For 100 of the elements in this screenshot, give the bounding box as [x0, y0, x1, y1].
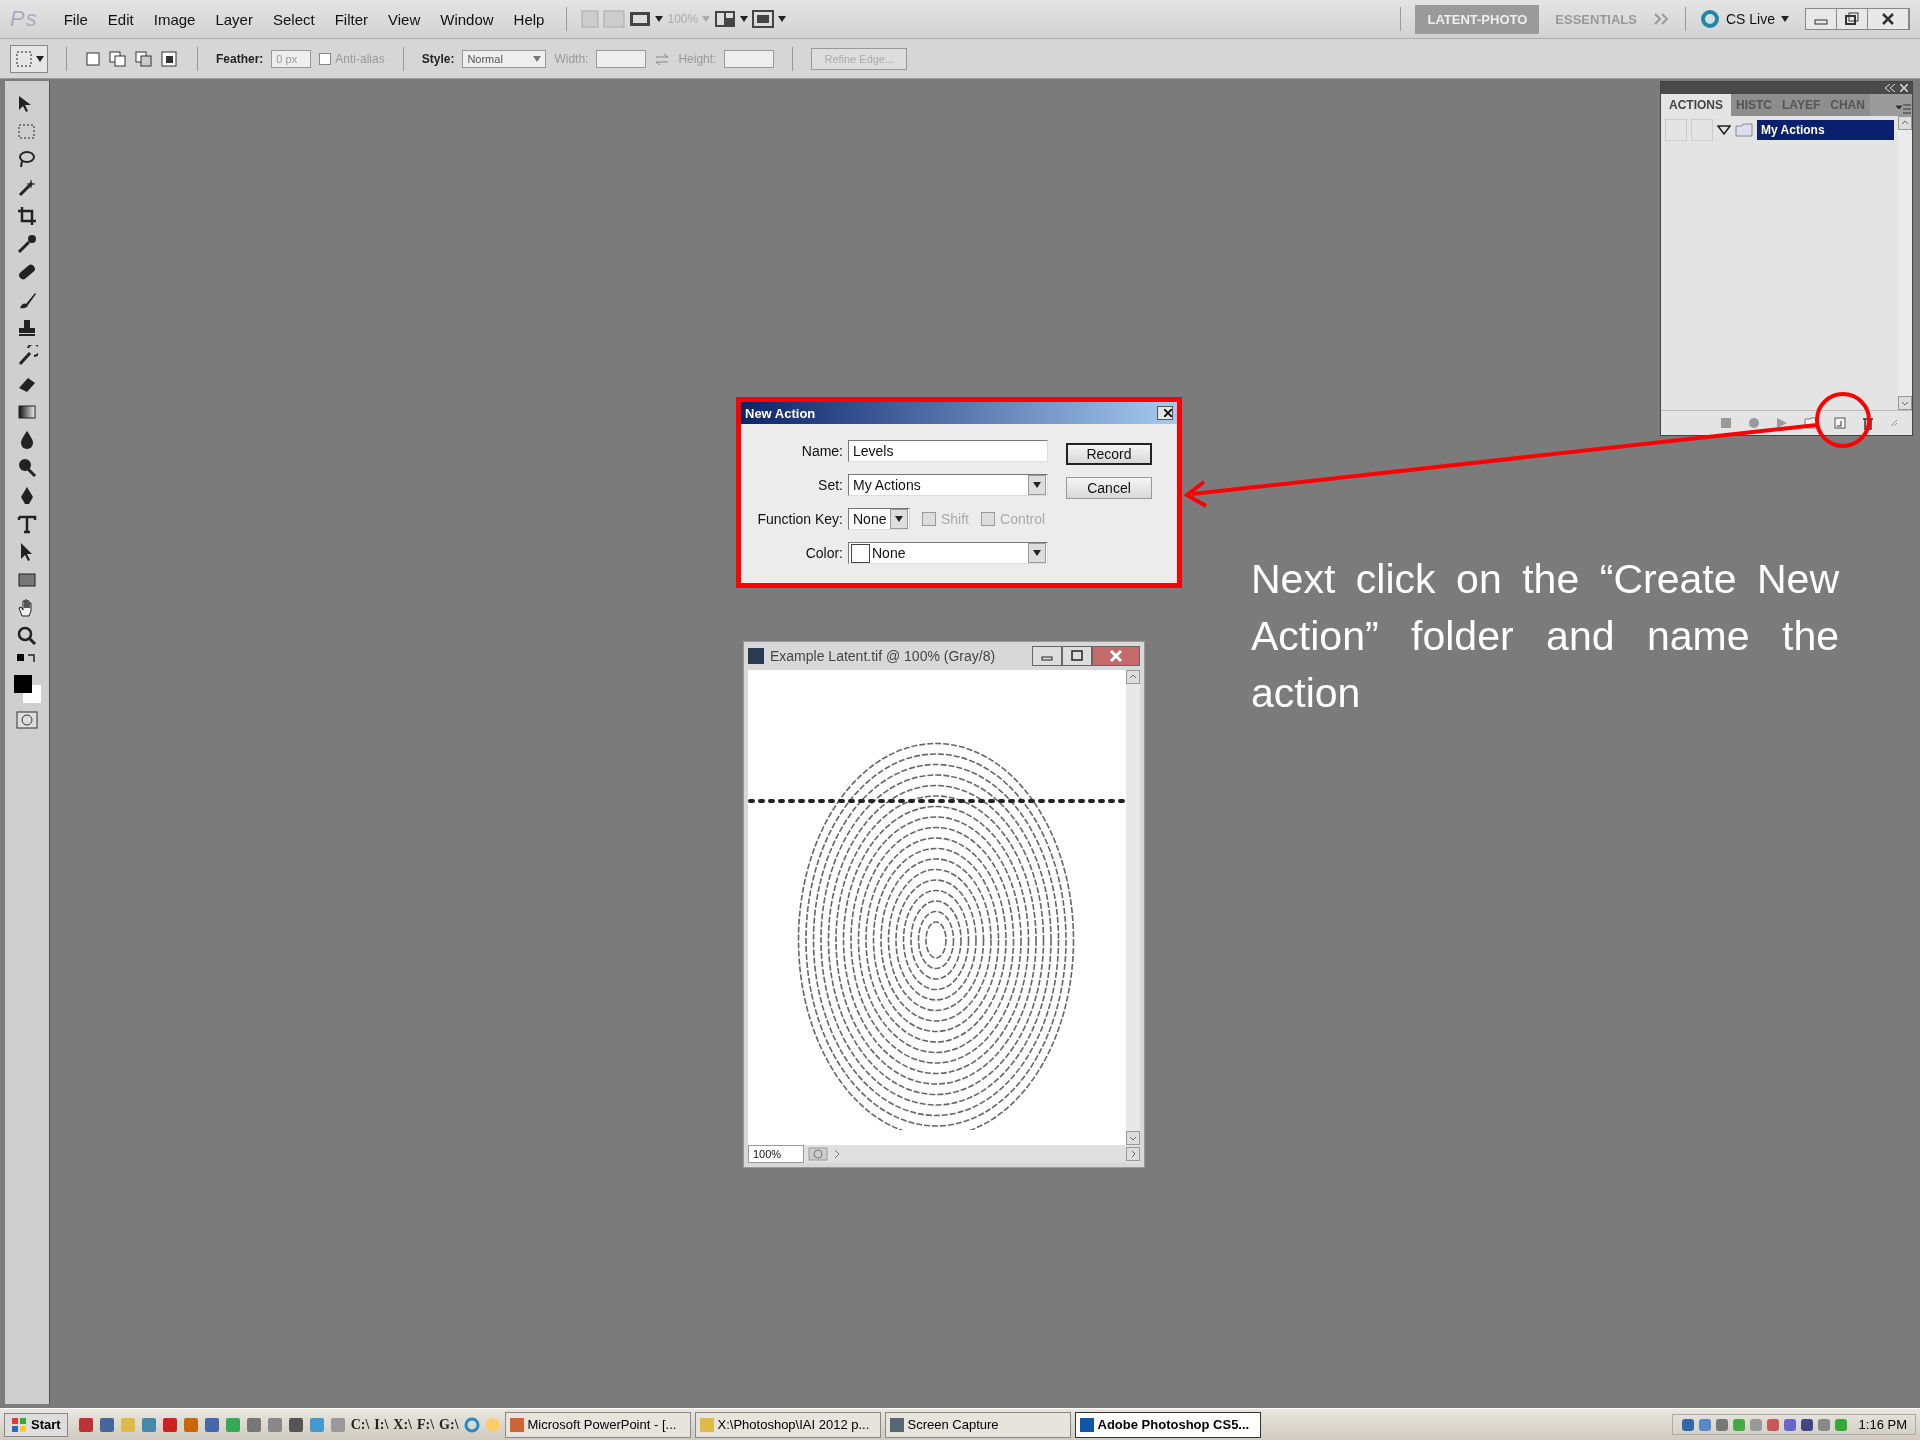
- style-label: Style:: [421, 51, 455, 66]
- tray-icon[interactable]: [1714, 1417, 1729, 1432]
- menu-item[interactable]: View: [380, 6, 429, 32]
- marquee-icon: [14, 48, 34, 69]
- scroll-up-icon[interactable]: [1898, 116, 1912, 130]
- history-brush-icon[interactable]: [16, 345, 38, 367]
- eyedropper-tool-icon[interactable]: [16, 233, 38, 255]
- close-icon[interactable]: [1092, 646, 1140, 666]
- caret-icon[interactable]: [740, 16, 749, 22]
- start-button[interactable]: Start: [4, 1412, 68, 1437]
- taskbar-button[interactable]: Screen Capture: [884, 1411, 1071, 1438]
- drive-shortcut[interactable]: I:\: [374, 1416, 389, 1433]
- app-icon[interactable]: [77, 1416, 94, 1433]
- close-button[interactable]: [1157, 406, 1173, 420]
- action-set-item[interactable]: My Actions: [1757, 120, 1894, 140]
- dialog-toggle-cell[interactable]: [1691, 119, 1713, 141]
- dialog-button[interactable]: Record: [1066, 443, 1152, 465]
- app-icon[interactable]: [308, 1416, 325, 1433]
- menu-item[interactable]: Help: [505, 6, 553, 32]
- caret-icon[interactable]: [655, 16, 664, 22]
- app-icon[interactable]: [245, 1416, 262, 1433]
- minimize-icon[interactable]: [1032, 646, 1062, 666]
- app-icon: [889, 1417, 904, 1432]
- menu-item[interactable]: Image: [145, 6, 204, 32]
- app-icon[interactable]: [287, 1416, 304, 1433]
- drive-shortcut[interactable]: X:\: [393, 1416, 412, 1433]
- triangle-down-icon: [1717, 125, 1731, 135]
- crop-tool-icon[interactable]: [16, 205, 38, 227]
- menu-item[interactable]: Window: [432, 6, 502, 32]
- tray-icon[interactable]: [1680, 1417, 1695, 1432]
- drive-shortcut[interactable]: C:\: [350, 1416, 370, 1433]
- drive-shortcut[interactable]: F:\: [416, 1416, 435, 1433]
- dropdown-button[interactable]: [890, 509, 908, 529]
- close-icon[interactable]: [1868, 9, 1909, 29]
- width-field[interactable]: [596, 49, 647, 68]
- dropdown-button[interactable]: [1028, 475, 1046, 495]
- field-label: Function Key:: [756, 511, 843, 527]
- layout-icon[interactable]: [714, 10, 737, 28]
- tray-icon[interactable]: [1799, 1417, 1814, 1432]
- stamp-tool-icon[interactable]: [16, 317, 38, 339]
- restore-icon[interactable]: [1837, 9, 1868, 29]
- tray-icon[interactable]: [1697, 1417, 1712, 1432]
- screen-mode-icon[interactable]: [752, 10, 775, 28]
- height-field[interactable]: [724, 49, 775, 68]
- expand-toggle[interactable]: [1717, 125, 1731, 135]
- trash-icon[interactable]: [1862, 416, 1874, 430]
- tray-icon[interactable]: [1782, 1417, 1797, 1432]
- caret-icon[interactable]: [778, 16, 787, 22]
- app-icon[interactable]: [140, 1416, 157, 1433]
- menu-item[interactable]: Edit: [99, 6, 142, 32]
- color-dropdown[interactable]: None: [848, 542, 1048, 564]
- subtract-selection-icon[interactable]: [135, 50, 153, 67]
- menu-item[interactable]: File: [55, 6, 96, 32]
- scroll-up-icon[interactable]: [1126, 670, 1140, 684]
- toggle-cell[interactable]: [1665, 119, 1687, 141]
- app-icon[interactable]: [266, 1416, 283, 1433]
- type-tool-icon[interactable]: [16, 513, 38, 535]
- new-selection-icon[interactable]: [85, 50, 101, 67]
- taskbar-button[interactable]: X:\Photoshop\IAI 2012 p...: [694, 1411, 881, 1438]
- scroll-down-icon[interactable]: [1126, 1131, 1140, 1145]
- menu-item[interactable]: Select: [264, 6, 323, 32]
- arrow-right-icon[interactable]: [832, 1147, 842, 1161]
- folder-icon[interactable]: [1804, 417, 1818, 429]
- intersect-selection-icon[interactable]: [161, 50, 179, 67]
- taskbar-button[interactable]: Adobe Photoshop CS5...: [1074, 1411, 1261, 1438]
- quick-mask-icon[interactable]: [16, 711, 38, 729]
- taskbar-button[interactable]: Microsoft PowerPoint - [...: [504, 1411, 691, 1438]
- zoom-field[interactable]: 100%: [748, 1145, 804, 1163]
- app-icon[interactable]: [203, 1416, 220, 1433]
- app-icon[interactable]: [182, 1416, 199, 1433]
- cs-live-menu[interactable]: CS Live: [1699, 9, 1789, 29]
- menu-item[interactable]: Layer: [207, 6, 261, 32]
- style-dropdown[interactable]: Normal: [462, 49, 547, 68]
- panel-tab[interactable]: ACTIONS: [1661, 94, 1731, 116]
- maximize-icon[interactable]: [1062, 646, 1092, 666]
- scroll-down-icon[interactable]: [1898, 396, 1912, 410]
- add-selection-icon[interactable]: [109, 50, 127, 67]
- new-page-icon[interactable]: [1834, 417, 1846, 429]
- collapse-icon[interactable]: [1884, 84, 1896, 92]
- play-icon[interactable]: [1776, 417, 1788, 429]
- zoom-tool-icon[interactable]: [16, 625, 38, 647]
- scroll-right-icon[interactable]: [1126, 1147, 1140, 1161]
- app-icon[interactable]: [161, 1416, 178, 1433]
- set-dropdown[interactable]: My Actions: [848, 474, 1048, 496]
- color-swatches[interactable]: [12, 673, 42, 705]
- info-icon[interactable]: [808, 1147, 828, 1161]
- app-icon: [699, 1417, 714, 1432]
- menu-item[interactable]: Filter: [326, 6, 376, 32]
- tool-preset-picker[interactable]: [10, 44, 48, 73]
- dialog-button[interactable]: Cancel: [1066, 477, 1152, 499]
- tray-icon[interactable]: [1765, 1417, 1780, 1432]
- panel-menu-icon[interactable]: [1894, 102, 1912, 116]
- dodge-tool-icon[interactable]: [16, 457, 38, 479]
- drive-shortcut[interactable]: G:\: [439, 1416, 459, 1433]
- app-icon[interactable]: [98, 1416, 115, 1433]
- dropdown-button[interactable]: [1028, 543, 1046, 563]
- function-key-dropdown[interactable]: None: [848, 508, 910, 530]
- browser-icon[interactable]: [463, 1416, 480, 1433]
- resize-grip-icon[interactable]: [1890, 419, 1898, 427]
- name-field[interactable]: Levels: [848, 440, 1048, 462]
